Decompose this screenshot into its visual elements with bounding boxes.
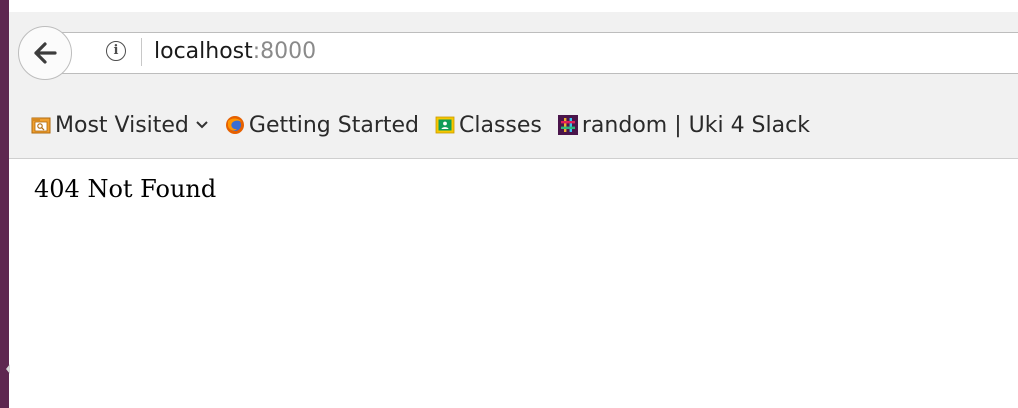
slack-icon	[557, 115, 578, 135]
page-content: 404 Not Found	[34, 175, 216, 203]
error-message: 404 Not Found	[34, 175, 217, 203]
url-port: :8000	[252, 39, 317, 64]
bookmark-random-uki-4-slack[interactable]: random | Uki 4 Slack	[557, 112, 810, 138]
url-text[interactable]: localhost:8000	[154, 37, 316, 67]
bookmark-getting-started[interactable]: Getting Started	[225, 113, 419, 138]
resize-handle[interactable]	[6, 364, 10, 374]
bookmark-label: Most Visited	[55, 112, 189, 138]
firefox-icon	[225, 116, 244, 134]
toolbar-top-strip	[9, 0, 1018, 12]
bookmark-label: Getting Started	[248, 112, 419, 138]
address-separator	[141, 38, 142, 66]
bookmark-most-visited[interactable]: Most Visited	[31, 113, 209, 138]
url-host: localhost	[154, 39, 253, 64]
bookmark-label: random | Uki 4 Slack	[581, 112, 810, 138]
google-classroom-icon	[435, 116, 455, 134]
bookmarks-toolbar: Most Visited Getting Started Classes ran…	[31, 107, 826, 143]
folder-icon	[31, 117, 51, 134]
back-arrow-icon	[34, 42, 57, 64]
bookmark-label: Classes	[459, 112, 542, 138]
bookmark-classes[interactable]: Classes	[435, 113, 542, 138]
window-left-border	[0, 0, 10, 408]
info-icon[interactable]: i	[106, 41, 126, 61]
chevron-down-icon	[196, 121, 208, 129]
back-button[interactable]	[18, 26, 72, 80]
